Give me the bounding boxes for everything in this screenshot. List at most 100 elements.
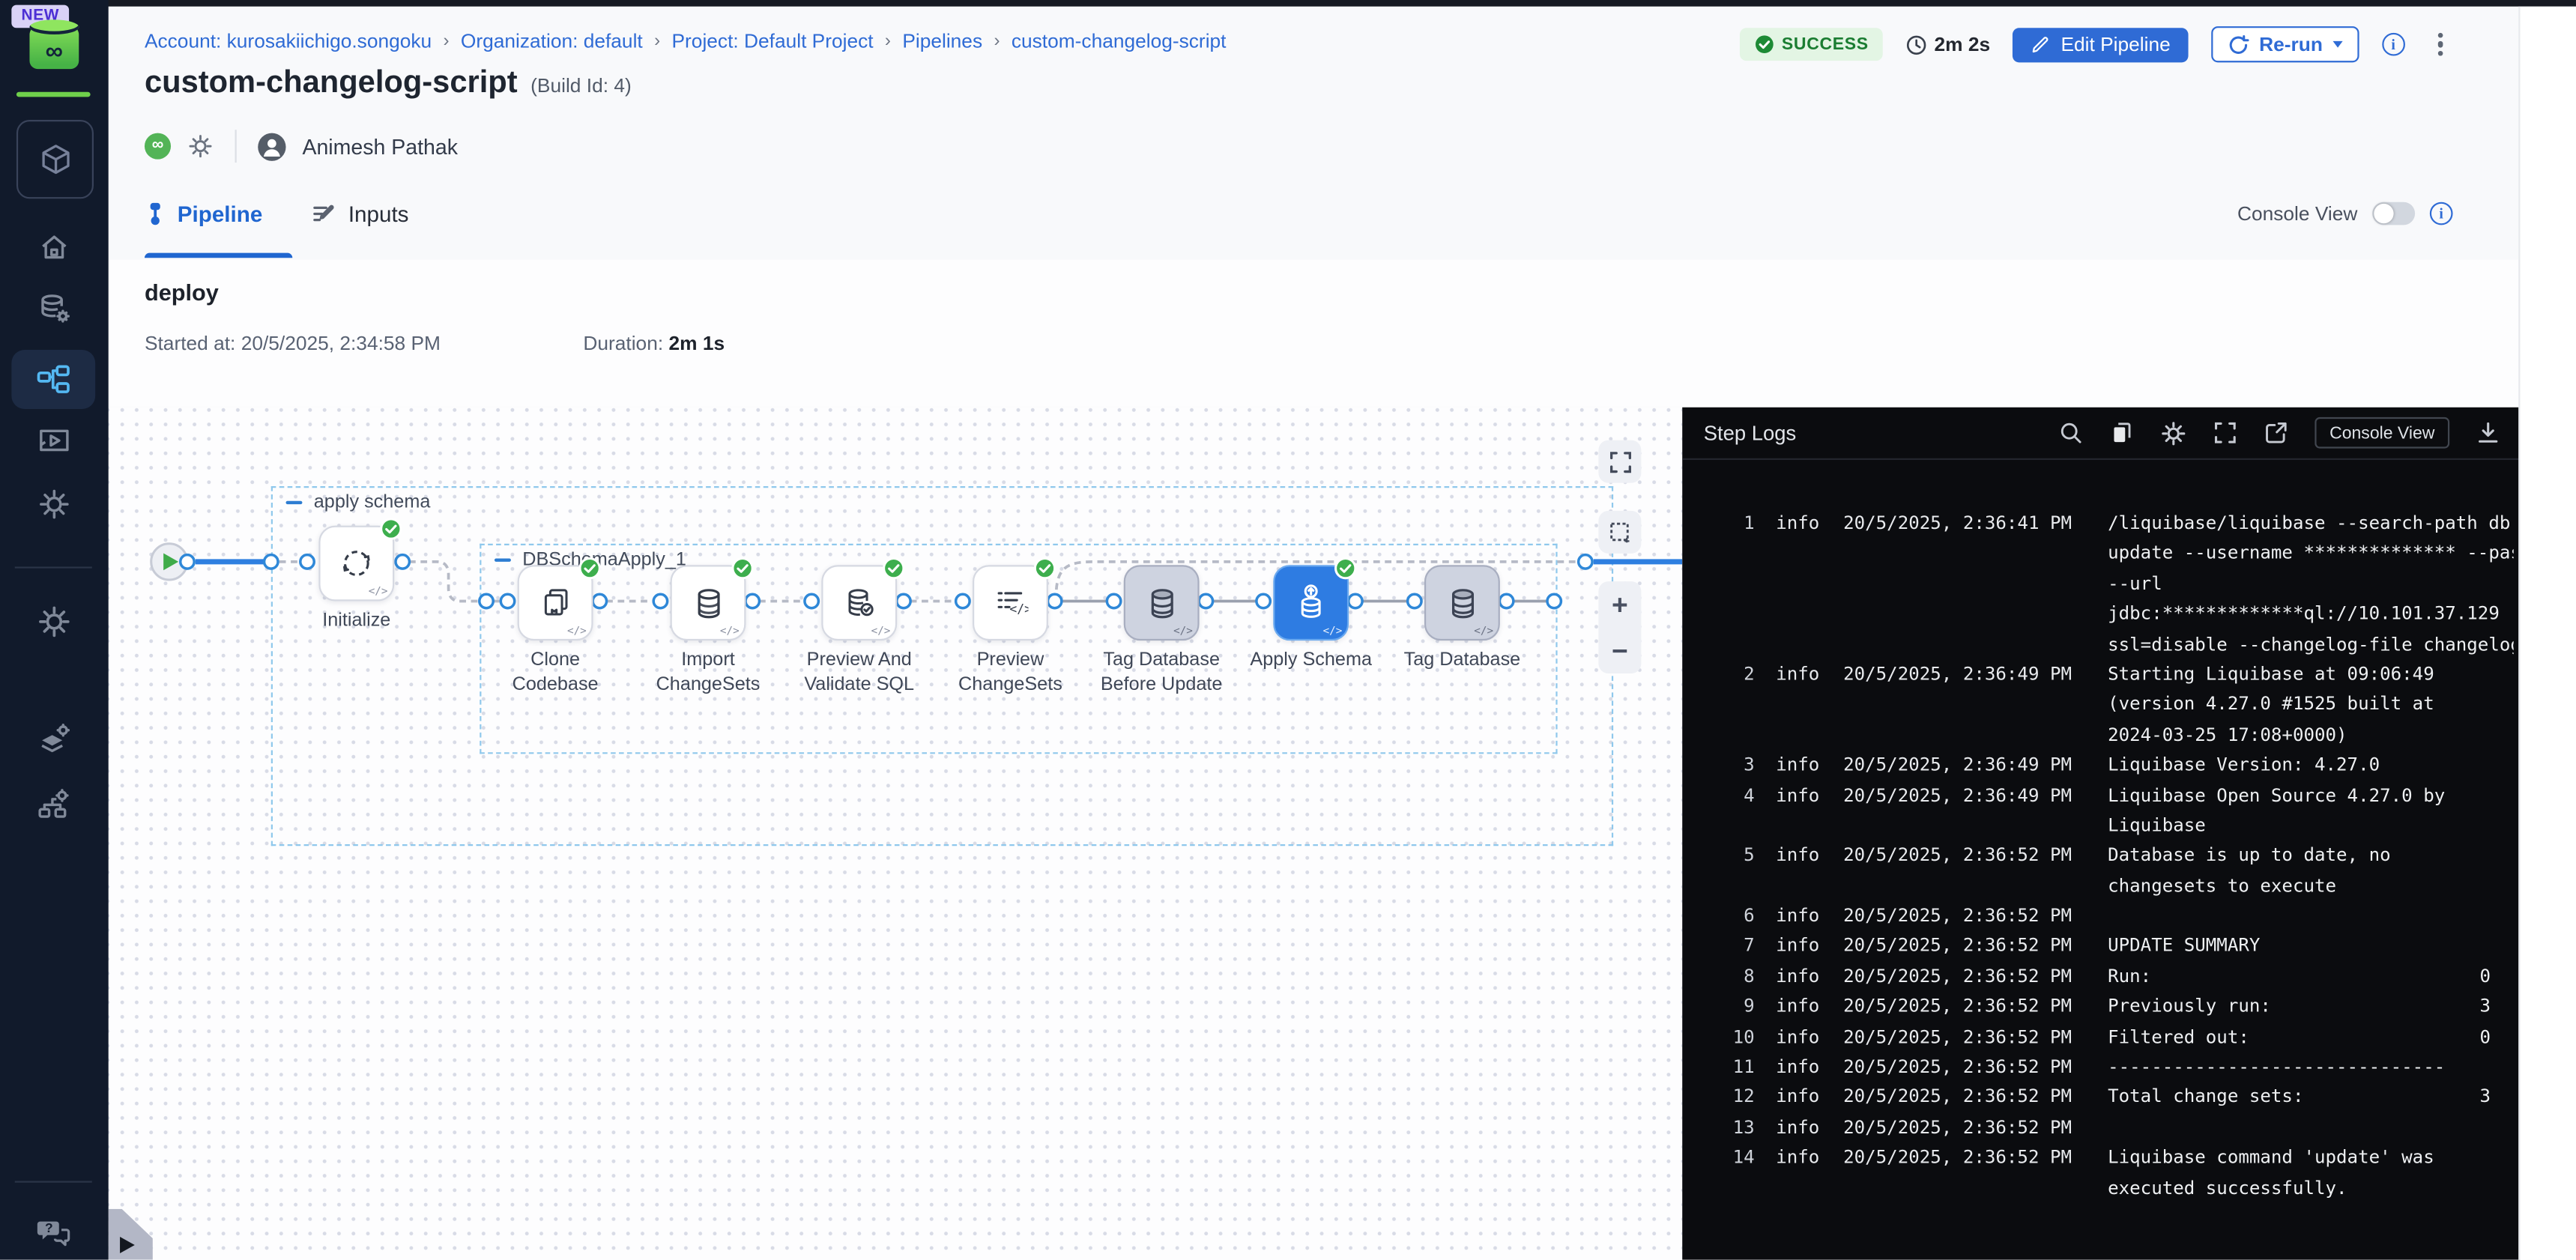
app-window: NEW ∞ [0, 0, 2576, 1260]
connector-port[interactable] [956, 594, 970, 608]
info-icon[interactable]: i [2382, 33, 2405, 56]
step-node-clone-codebase[interactable]: </> CloneCodebase [518, 565, 593, 640]
connector-port[interactable] [181, 555, 194, 569]
liquibase-logo-icon[interactable]: ∞ [29, 26, 79, 69]
connector-port[interactable] [1349, 594, 1362, 608]
step-node-preview-changesets[interactable]: </> PreviewChangeSets [973, 565, 1048, 640]
log-row: 5info20/5/2025, 2:36:52 PMDatabase is up… [1725, 841, 2513, 871]
gear-icon[interactable] [2160, 420, 2186, 446]
copy-pages-icon [538, 586, 572, 620]
started-at: Started at: 20/5/2025, 2:34:58 PM [145, 332, 441, 355]
connector-port[interactable] [501, 594, 514, 608]
sidebar-item-databases[interactable] [37, 292, 70, 325]
gear-icon[interactable] [187, 133, 214, 160]
sync-icon [339, 545, 375, 581]
connector-port[interactable] [805, 594, 818, 608]
log-row: 10info20/5/2025, 2:36:52 PMFiltered out:… [1725, 1023, 2513, 1052]
sidebar-item-org-settings[interactable] [37, 788, 71, 821]
step-logs-title: Step Logs [1704, 421, 1796, 444]
connector-port[interactable] [746, 594, 759, 608]
connector-port[interactable] [300, 555, 314, 569]
pipeline-tab-icon [145, 202, 166, 227]
sidebar-item-pipelines-active[interactable] [11, 350, 95, 409]
clock-icon [1906, 34, 1928, 55]
log-lines[interactable]: 1info20/5/2025, 2:36:41 PM/liquibase/liq… [1682, 460, 2520, 1204]
code-icon: </> [1323, 624, 1343, 637]
connector-port[interactable] [1107, 594, 1120, 608]
connector-port[interactable] [480, 594, 493, 608]
breadcrumb-account[interactable]: Account: kurosakiichigo.songoku [145, 29, 432, 52]
console-view-toggle[interactable] [2372, 202, 2415, 225]
sidebar-item-layers-settings[interactable] [37, 723, 71, 756]
console-view-button[interactable]: Console View [2315, 417, 2449, 449]
connector-port[interactable] [1408, 594, 1421, 608]
sidebar-divider [15, 1181, 92, 1182]
database-icon [1144, 586, 1179, 620]
log-row: update --username ************** --pas [1725, 539, 2513, 569]
breadcrumb-organization[interactable]: Organization: default [461, 29, 643, 52]
log-row: 13info20/5/2025, 2:36:52 PM [1725, 1113, 2513, 1143]
breadcrumb-pipelines[interactable]: Pipelines [902, 29, 982, 52]
sidebar-item-executions[interactable] [37, 425, 70, 457]
scrollbar-track[interactable] [2518, 7, 2576, 1260]
tab-pipeline[interactable]: Pipeline [145, 202, 262, 227]
more-options-button[interactable] [2428, 27, 2452, 61]
step-logs-panel: Step Logs Console View 1info20/5/2025, 2… [1682, 408, 2520, 1260]
chevron-down-icon [2332, 41, 2342, 48]
code-icon: </> [871, 624, 891, 637]
connector-port[interactable] [1499, 594, 1513, 608]
module-selector-button[interactable] [16, 120, 94, 199]
tab-inputs[interactable]: Inputs [312, 202, 409, 227]
tab-bar: Pipeline Inputs Console View i [109, 187, 2576, 261]
window-top-strip [0, 0, 2576, 7]
connector-port[interactable] [653, 594, 667, 608]
help-chat-button[interactable]: ? [36, 1217, 72, 1250]
sidebar-item-home[interactable] [39, 231, 70, 263]
edit-pipeline-button[interactable]: Edit Pipeline [2013, 27, 2189, 61]
log-row: 7info20/5/2025, 2:36:52 PMUPDATE SUMMARY [1725, 932, 2513, 962]
connector-port[interactable] [1047, 594, 1061, 608]
connector-port[interactable] [264, 555, 278, 569]
connector-port[interactable] [593, 594, 606, 608]
canvas-select-mode-button[interactable] [1598, 511, 1641, 554]
log-row: 1info20/5/2025, 2:36:41 PM/liquibase/liq… [1725, 509, 2513, 539]
connector-port[interactable] [1547, 594, 1561, 608]
step-node-tag-database[interactable]: </> Tag Database [1424, 565, 1500, 640]
sidebar-item-environments[interactable] [37, 488, 70, 521]
connector-port[interactable] [897, 594, 910, 608]
stage-name: deploy [145, 279, 219, 306]
sidebar-item-settings[interactable] [37, 605, 71, 639]
success-check-badge [1033, 557, 1056, 580]
marquee-select-icon [1607, 520, 1632, 545]
download-icon[interactable] [2476, 420, 2500, 445]
log-row: 14info20/5/2025, 2:36:52 PMLiquibase com… [1725, 1143, 2513, 1173]
step-node-preview-and-validate-sql[interactable]: </> Preview AndValidate SQL [821, 565, 897, 640]
step-node-initialize[interactable]: </> Initialize [318, 526, 394, 602]
log-row: 2024-03-25 17:08+0000) [1725, 721, 2513, 751]
page-title: custom-changelog-script [145, 66, 518, 102]
zoom-in-button[interactable]: + [1612, 590, 1628, 618]
open-in-new-icon[interactable] [2264, 420, 2288, 445]
breadcrumb-current[interactable]: custom-changelog-script [1012, 29, 1227, 52]
pipeline-canvas[interactable]: apply schema DBSchemaApply_1 [109, 408, 1683, 1260]
search-icon[interactable] [2058, 420, 2083, 445]
step-node-apply-schema-selected[interactable]: </> Apply Schema [1273, 565, 1349, 640]
log-row: ssl=disable --changelog-file changelog [1725, 630, 2513, 660]
canvas-fit-view-button[interactable] [1598, 440, 1641, 483]
node-label: ImportChangeSets [626, 649, 790, 697]
rerun-button[interactable]: Re-run [2212, 26, 2359, 62]
step-node-import-changesets[interactable]: </> ImportChangeSets [671, 565, 746, 640]
connector-port[interactable] [1257, 594, 1270, 608]
divider [235, 130, 237, 163]
fullscreen-icon[interactable] [2213, 420, 2237, 445]
success-check-badge [882, 557, 905, 580]
step-node-tag-database-before-update[interactable]: </> Tag DatabaseBefore Update [1124, 565, 1200, 640]
connector-port[interactable] [1199, 594, 1212, 608]
connector-port[interactable] [396, 555, 409, 569]
breadcrumb-project[interactable]: Project: Default Project [671, 29, 873, 52]
copy-icon[interactable] [2109, 420, 2134, 445]
connector-port[interactable] [1579, 555, 1592, 569]
info-icon[interactable]: i [2430, 202, 2453, 225]
zoom-out-button[interactable]: − [1612, 637, 1628, 664]
database-upload-icon [1291, 583, 1331, 623]
